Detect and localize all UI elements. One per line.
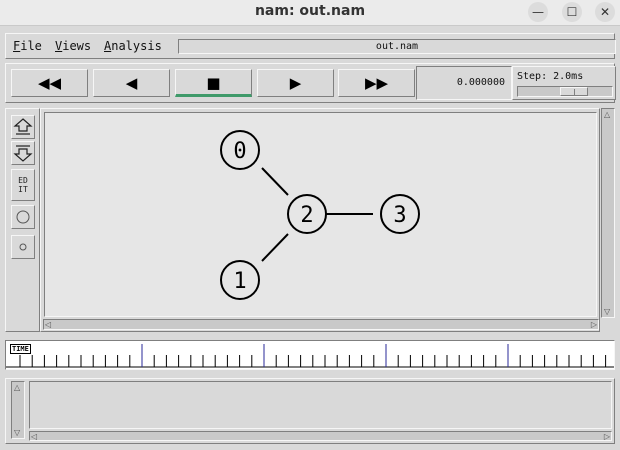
- edit-button[interactable]: ED IT: [11, 169, 35, 201]
- stop-button[interactable]: ■: [175, 69, 252, 97]
- zoom-in-button[interactable]: [11, 115, 35, 139]
- timeline[interactable]: TIME: [5, 340, 615, 370]
- menu-views-label: iews: [62, 39, 92, 53]
- node-2-label: 2: [300, 203, 313, 228]
- step-label: Step: 2.0ms: [517, 71, 584, 82]
- node-0-label: 0: [233, 139, 246, 164]
- menu-file-label: ile: [20, 39, 42, 53]
- edit-label-bottom: IT: [18, 185, 28, 194]
- annotation-vertical-scrollbar[interactable]: △ ▽: [11, 381, 25, 439]
- fast-rewind-button[interactable]: ◀◀: [11, 69, 88, 97]
- annotation-scroll-down-icon[interactable]: ▽: [14, 428, 20, 437]
- menu-analysis[interactable]: Analysis: [104, 39, 162, 53]
- maximize-button[interactable]: ☐: [562, 2, 582, 22]
- timeline-ticks: [6, 344, 614, 368]
- node-3[interactable]: 3: [380, 194, 420, 234]
- time-marker[interactable]: TIME: [10, 344, 31, 354]
- link-0-2: [261, 167, 289, 196]
- topology-graph: 0 1 2 3: [220, 130, 420, 300]
- annotation-area[interactable]: [29, 381, 612, 429]
- circle-small-icon: [19, 243, 27, 251]
- minimize-button[interactable]: —: [528, 2, 548, 22]
- annotation-scroll-left-icon[interactable]: ◁: [31, 432, 37, 441]
- playback-controls: ◀◀ ◀ ■ ▶ ▶▶ 0.000000 Step: 2.0ms: [5, 63, 616, 103]
- window-titlebar: nam: out.nam — ☐ ✕: [0, 0, 620, 26]
- node-1-label: 1: [233, 269, 246, 294]
- node-3-label: 3: [393, 203, 406, 228]
- annotation-scroll-right-icon[interactable]: ▷: [604, 432, 610, 441]
- fast-forward-button[interactable]: ▶▶: [338, 69, 415, 97]
- scroll-left-arrow-icon[interactable]: ◁: [45, 320, 51, 329]
- menu-analysis-label: nalysis: [111, 39, 162, 53]
- window-title: nam: out.nam: [254, 3, 366, 19]
- zoom-out-icon: [13, 145, 33, 162]
- link-1-2: [261, 233, 289, 262]
- step-control: Step: 2.0ms: [512, 66, 616, 100]
- circle-small-button[interactable]: [11, 235, 35, 259]
- zoom-in-icon: [13, 118, 33, 135]
- time-display: 0.000000: [416, 66, 512, 100]
- step-slider[interactable]: [517, 86, 613, 97]
- edit-label-top: ED: [18, 176, 28, 185]
- play-forward-button[interactable]: ▶: [257, 69, 334, 97]
- network-canvas-frame: 0 1 2 3 ◁ ▷: [40, 108, 600, 332]
- time-value: 0.000000: [456, 77, 505, 88]
- scroll-down-arrow-icon[interactable]: ▽: [604, 307, 610, 316]
- menu-views[interactable]: Views: [55, 39, 91, 53]
- close-button[interactable]: ✕: [595, 2, 615, 22]
- scroll-up-arrow-icon[interactable]: △: [604, 110, 610, 119]
- zoom-out-button[interactable]: [11, 141, 35, 165]
- annotation-horizontal-scrollbar[interactable]: ◁ ▷: [29, 431, 612, 441]
- step-slider-thumb[interactable]: [560, 87, 588, 96]
- play-backward-button[interactable]: ◀: [93, 69, 170, 97]
- node-2[interactable]: 2: [287, 194, 327, 234]
- scroll-right-arrow-icon[interactable]: ▷: [591, 320, 597, 329]
- circle-large-button[interactable]: [11, 205, 35, 229]
- node-0[interactable]: 0: [220, 130, 260, 170]
- network-canvas[interactable]: 0 1 2 3: [44, 112, 597, 317]
- canvas-horizontal-scrollbar[interactable]: ◁ ▷: [43, 319, 599, 330]
- circle-large-icon: [16, 210, 30, 224]
- menu-file[interactable]: File: [13, 39, 42, 53]
- filename-display: out.nam: [178, 39, 616, 54]
- annotation-panel: △ ▽ ◁ ▷: [5, 378, 615, 444]
- annotation-scroll-up-icon[interactable]: △: [14, 383, 20, 392]
- edit-toolbar: ED IT: [5, 108, 40, 332]
- node-1[interactable]: 1: [220, 260, 260, 300]
- menubar: File Views Analysis out.nam: [5, 33, 616, 59]
- canvas-vertical-scrollbar[interactable]: △ ▽: [601, 108, 615, 318]
